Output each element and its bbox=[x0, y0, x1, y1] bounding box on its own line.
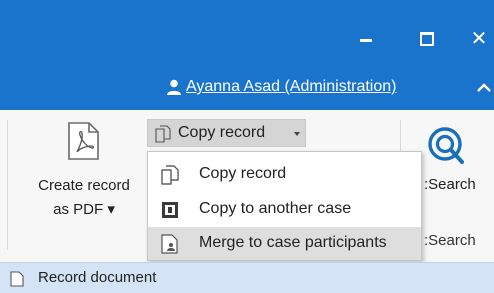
create-record-as-pdf-button[interactable]: Create record as PDF ▾ bbox=[24, 120, 144, 240]
user-account-link[interactable]: Ayanna Asad (Administration) bbox=[186, 78, 396, 96]
create-record-label: Create record as PDF ▾ bbox=[24, 174, 144, 222]
merge-participants-icon bbox=[161, 234, 178, 254]
collapse-ribbon-icon[interactable] bbox=[474, 78, 494, 98]
copy-record-label: Copy record bbox=[178, 124, 266, 141]
minimize-button[interactable] bbox=[351, 24, 381, 54]
menu-item-merge-to-case-participants[interactable]: Merge to case participants bbox=[148, 227, 421, 260]
ribbon-separator bbox=[7, 120, 8, 250]
document-icon bbox=[10, 271, 24, 287]
close-icon: ✕ bbox=[470, 28, 488, 50]
create-record-line1: Create record bbox=[38, 177, 130, 194]
maximize-icon bbox=[420, 32, 434, 46]
menu-item-copy-record[interactable]: Copy record bbox=[148, 158, 421, 191]
search-group-label: :Search bbox=[424, 232, 476, 249]
menu-item-label: Copy record bbox=[199, 165, 287, 182]
maximize-button[interactable] bbox=[412, 24, 442, 54]
document-copy-icon bbox=[161, 165, 179, 185]
chevron-down-icon bbox=[294, 132, 300, 136]
menu-item-label: Copy to another case bbox=[199, 200, 352, 217]
search-button-label[interactable]: :Search bbox=[424, 176, 476, 193]
menu-item-label: Merge to case participants bbox=[199, 234, 387, 251]
document-copy-icon bbox=[155, 125, 171, 143]
copy-record-menu: Copy record Copy to another case Merge t… bbox=[147, 151, 422, 261]
search-icon[interactable] bbox=[426, 125, 468, 167]
close-button[interactable]: ✕ bbox=[464, 24, 494, 54]
create-record-line2: as PDF ▾ bbox=[53, 201, 115, 218]
pdf-icon bbox=[68, 122, 99, 160]
user-icon bbox=[167, 79, 181, 95]
status-bar: Record document bbox=[0, 262, 494, 293]
menu-item-copy-to-another-case[interactable]: Copy to another case bbox=[148, 193, 421, 226]
copy-record-dropdown-button[interactable]: Copy record bbox=[147, 119, 306, 147]
record-document-label[interactable]: Record document bbox=[38, 269, 156, 286]
minimize-icon bbox=[360, 39, 372, 42]
copy-case-icon bbox=[162, 202, 178, 218]
title-bar: ✕ Ayanna Asad (Administration) bbox=[0, 0, 494, 110]
